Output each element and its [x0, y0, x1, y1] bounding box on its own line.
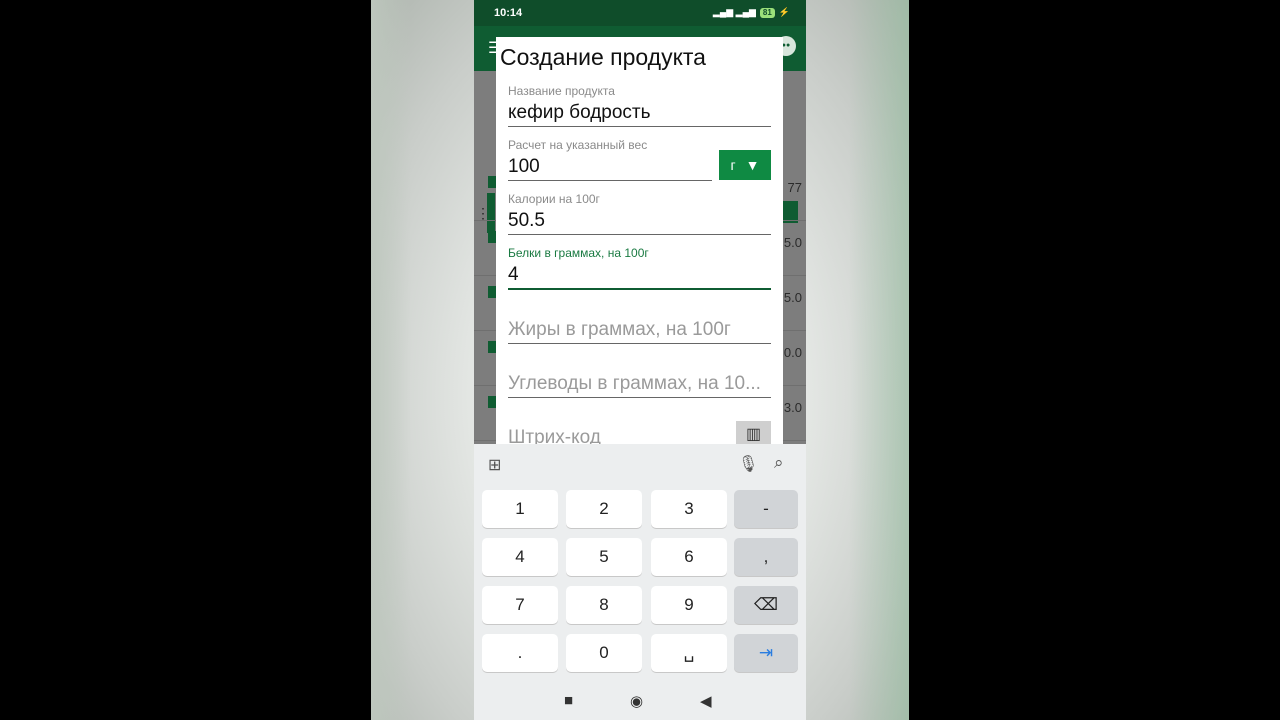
- barcode-field[interactable]: Штрих-код: [508, 425, 728, 444]
- key-7[interactable]: 7: [482, 586, 558, 624]
- barcode-input[interactable]: Штрих-код: [508, 425, 728, 444]
- numeric-keyboard: ⊞ 🎙 ⌕ 1 2 3 - 4 5 6 , 7 8 9 ⌫ . 0 ␣ ⇥: [474, 444, 806, 684]
- key-3[interactable]: 3: [651, 490, 727, 528]
- calories-label: Калории на 100г: [508, 192, 600, 206]
- key-6[interactable]: 6: [651, 538, 727, 576]
- status-bar: 10:14 ▂▄▆ ▂▄▆ 81 ⚡: [474, 0, 806, 26]
- calories-field[interactable]: Калории на 100г 50.5: [508, 192, 771, 235]
- system-nav-bar: ■ ◉ ◀: [474, 684, 806, 720]
- unit-value: г: [730, 157, 736, 173]
- dialog-title: Создание продукта: [500, 44, 706, 70]
- product-name-label: Название продукта: [508, 84, 615, 98]
- key-minus[interactable]: -: [734, 490, 798, 528]
- search-icon[interactable]: ⌕: [774, 453, 784, 473]
- key-0[interactable]: 0: [566, 634, 642, 672]
- nav-back-icon[interactable]: ◀: [700, 692, 712, 710]
- fat-field[interactable]: Жиры в граммах, на 100г: [508, 317, 771, 344]
- key-dot[interactable]: .: [482, 634, 558, 672]
- phone-screen: 10:14 ▂▄▆ ▂▄▆ 81 ⚡ ☰ ●● ⋮ 77 5.0 5.0 0.0…: [474, 0, 806, 720]
- status-time: 10:14: [494, 7, 523, 19]
- weight-input[interactable]: 100: [508, 154, 712, 180]
- key-5[interactable]: 5: [566, 538, 642, 576]
- barcode-icon[interactable]: ▥: [736, 421, 771, 444]
- create-product-dialog: Создание продукта Название продукта кефи…: [496, 37, 783, 444]
- fat-input[interactable]: Жиры в граммах, на 100г: [508, 317, 771, 343]
- nav-circle-icon[interactable]: ◉: [630, 692, 643, 710]
- unit-dropdown[interactable]: г ▼: [719, 150, 771, 180]
- grid-icon[interactable]: ⊞: [488, 455, 501, 475]
- charging-icon: ⚡: [778, 7, 790, 17]
- product-name-input[interactable]: кефир бодрость: [508, 100, 771, 126]
- key-comma[interactable]: ,: [734, 538, 798, 576]
- status-icons: ▂▄▆ ▂▄▆ 81 ⚡: [713, 7, 790, 18]
- key-1[interactable]: 1: [482, 490, 558, 528]
- carbs-field[interactable]: Углеводы в граммах, на 10...: [508, 371, 771, 398]
- protein-label: Белки в граммах, на 100г: [508, 246, 649, 260]
- key-2[interactable]: 2: [566, 490, 642, 528]
- protein-field[interactable]: Белки в граммах, на 100г 4: [508, 246, 771, 290]
- nav-square-icon[interactable]: ■: [564, 692, 573, 709]
- left-pillarbox: [0, 0, 371, 720]
- keyboard-toolbar: ⊞ 🎙 ⌕: [474, 444, 806, 484]
- key-4[interactable]: 4: [482, 538, 558, 576]
- battery-icon: 81: [759, 7, 775, 18]
- mic-icon[interactable]: 🎙: [738, 454, 758, 474]
- protein-input[interactable]: 4: [508, 262, 771, 288]
- tab-icon[interactable]: ⇥: [734, 634, 798, 672]
- signal-icon: ▂▄▆ ▂▄▆: [712, 7, 756, 17]
- product-name-field[interactable]: Название продукта кефир бодрость: [508, 84, 771, 127]
- right-pillarbox: [909, 0, 1280, 720]
- carbs-input[interactable]: Углеводы в граммах, на 10...: [508, 371, 771, 397]
- calories-input[interactable]: 50.5: [508, 208, 771, 234]
- key-8[interactable]: 8: [566, 586, 642, 624]
- dropdown-arrow-icon: ▼: [745, 157, 760, 173]
- backspace-icon[interactable]: ⌫: [734, 586, 798, 624]
- weight-field[interactable]: Расчет на указанный вес 100: [508, 138, 712, 181]
- key-space[interactable]: ␣: [651, 634, 727, 672]
- key-9[interactable]: 9: [651, 586, 727, 624]
